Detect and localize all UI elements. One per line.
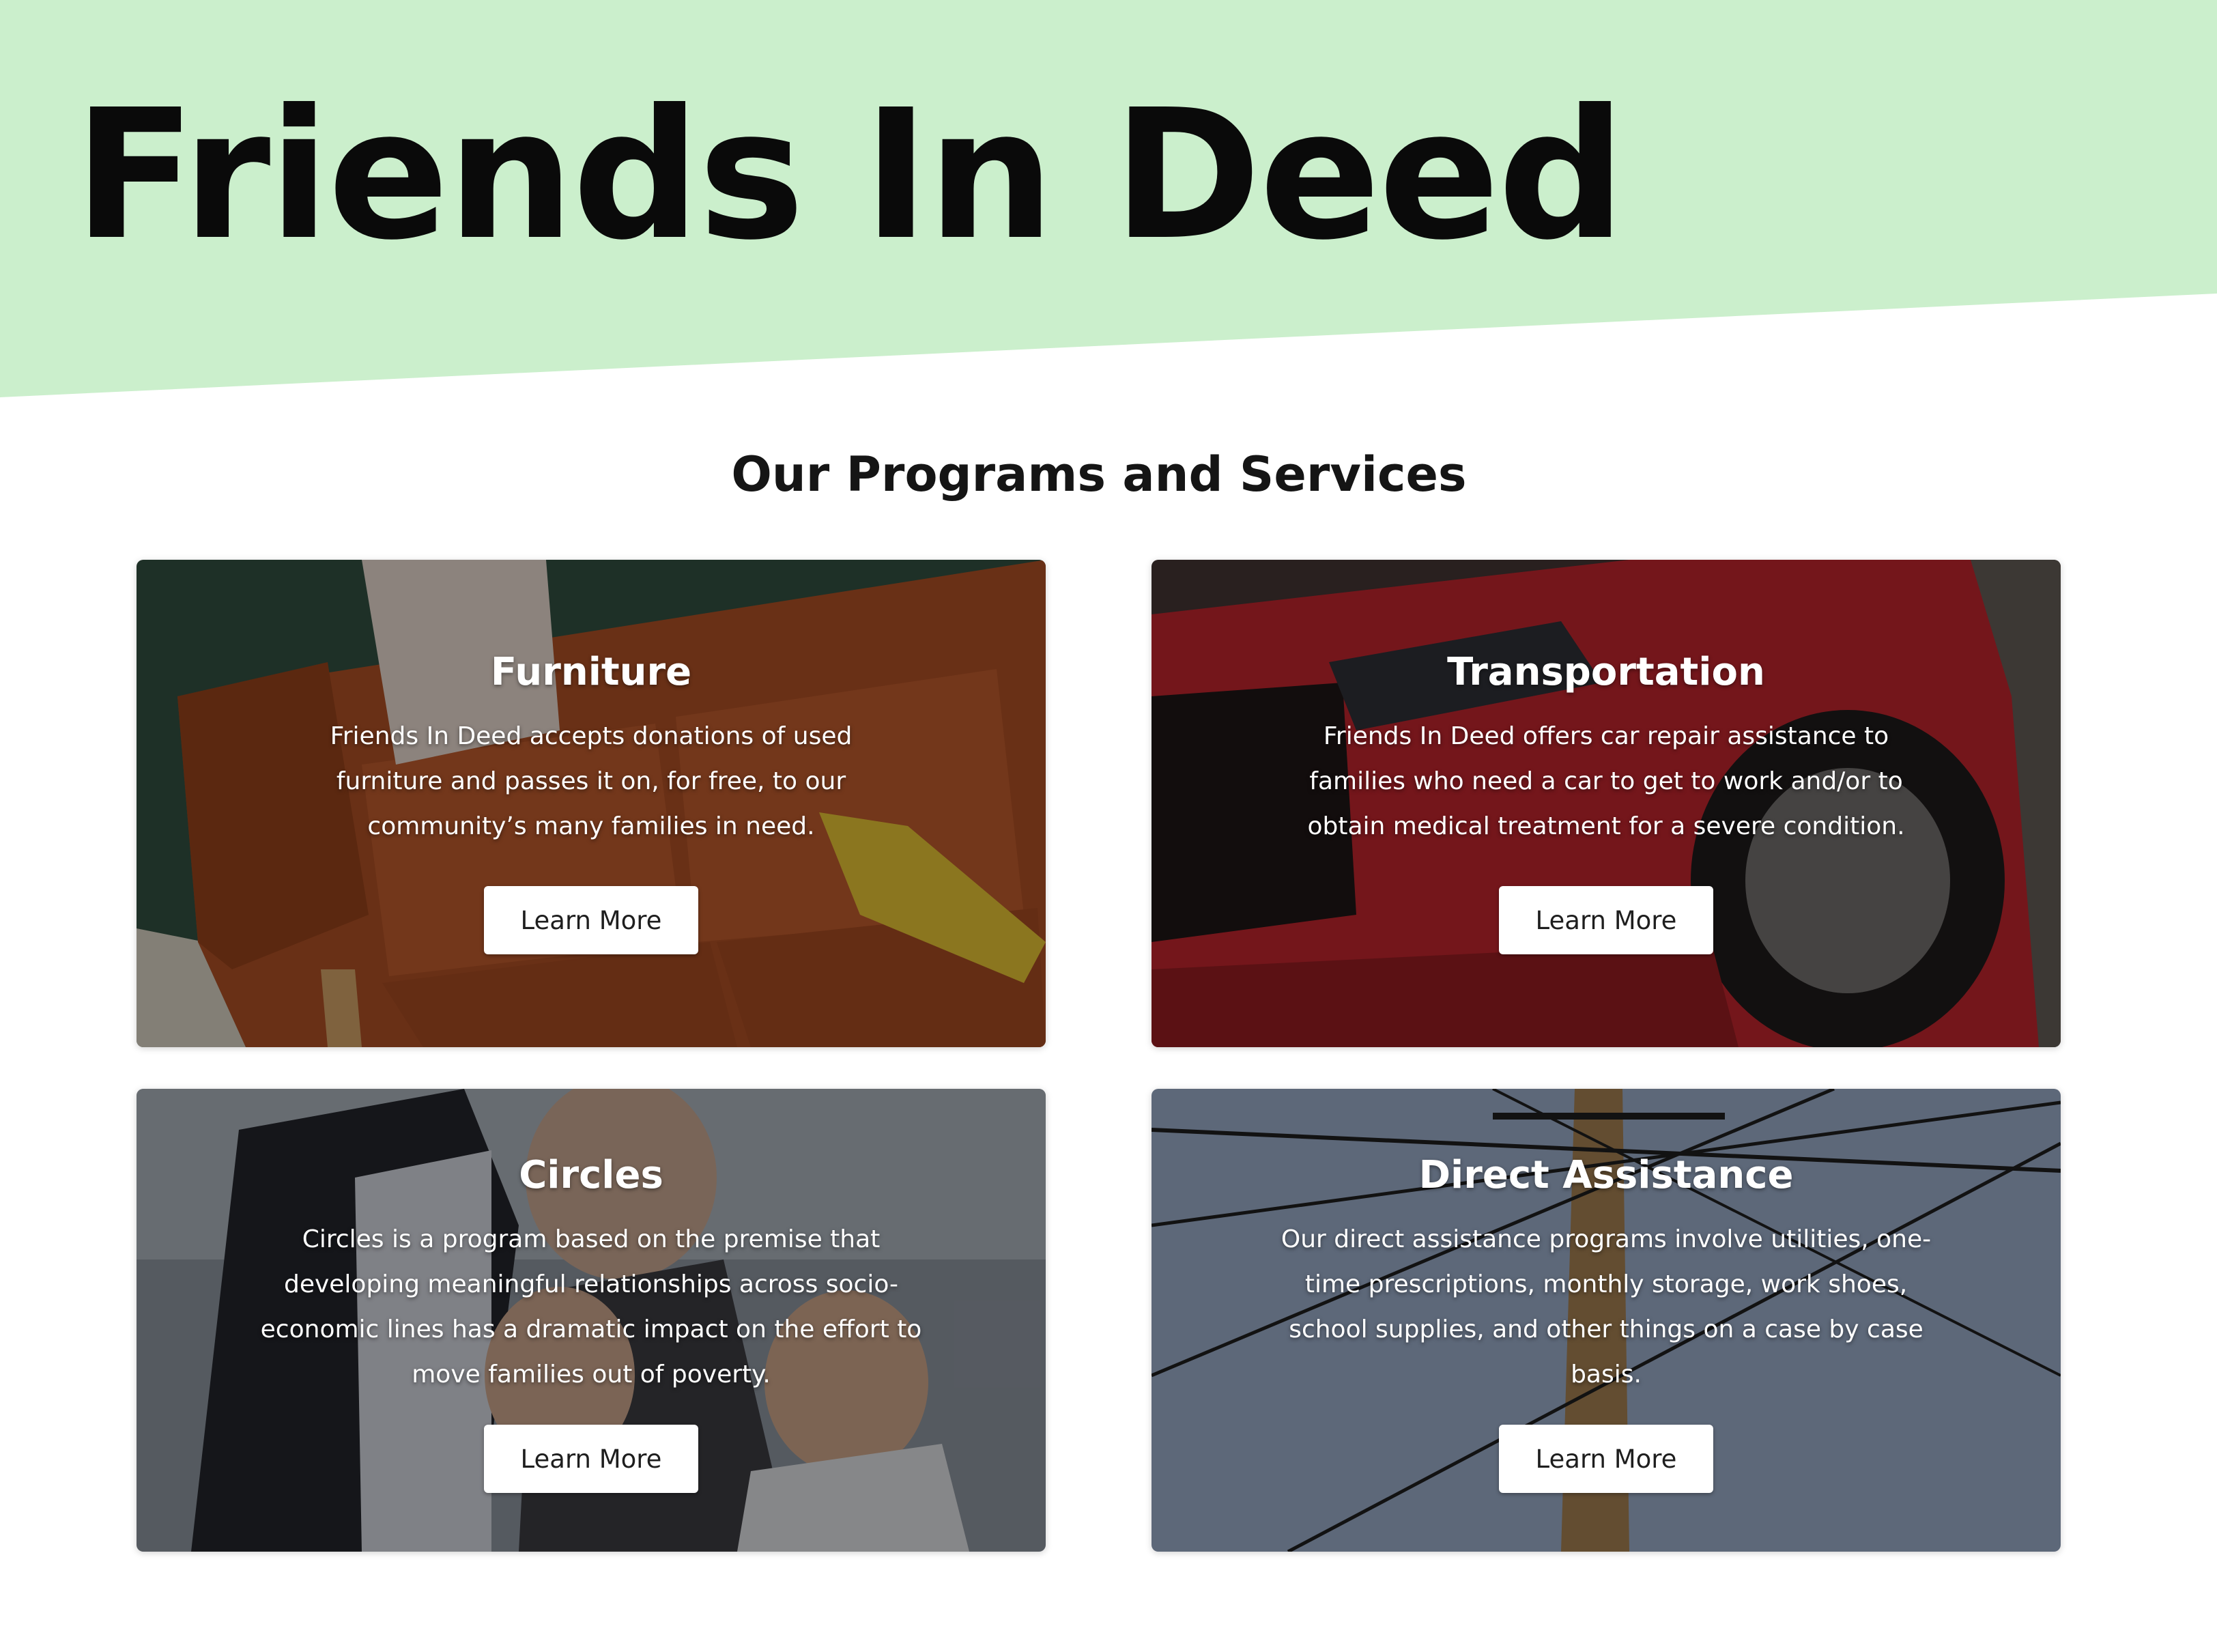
card-title: Circles [519,1153,663,1197]
learn-more-button-direct-assistance[interactable]: Learn More [1499,1425,1713,1493]
card-content: Furniture Friends In Deed accepts donati… [137,642,1046,849]
site-title: Friends In Deed [74,71,1626,279]
card-content: Transportation Friends In Deed offers ca… [1152,642,2061,849]
program-card-direct-assistance: Direct Assistance Our direct assistance … [1152,1089,2061,1552]
program-card-transportation: Transportation Friends In Deed offers ca… [1152,560,2061,1047]
card-description: Our direct assistance programs involve u… [1281,1225,1932,1388]
card-description: Friends In Deed offers car repair assist… [1307,722,1905,840]
card-description: Circles is a program based on the premis… [260,1225,922,1388]
program-card-furniture: Furniture Friends In Deed accepts donati… [137,560,1046,1047]
card-description: Friends In Deed accepts donations of use… [330,722,853,840]
card-content: Circles Circles is a program based on th… [137,1145,1046,1397]
learn-more-button-furniture[interactable]: Learn More [484,886,698,954]
learn-more-button-transportation[interactable]: Learn More [1499,886,1713,954]
learn-more-button-circles[interactable]: Learn More [484,1425,698,1493]
card-title: Furniture [490,650,692,694]
card-content: Direct Assistance Our direct assistance … [1152,1145,2061,1397]
program-card-circles: Circles Circles is a program based on th… [137,1089,1046,1552]
section-heading: Our Programs and Services [731,446,1467,502]
card-title: Transportation [1447,650,1765,694]
card-title: Direct Assistance [1418,1153,1794,1197]
